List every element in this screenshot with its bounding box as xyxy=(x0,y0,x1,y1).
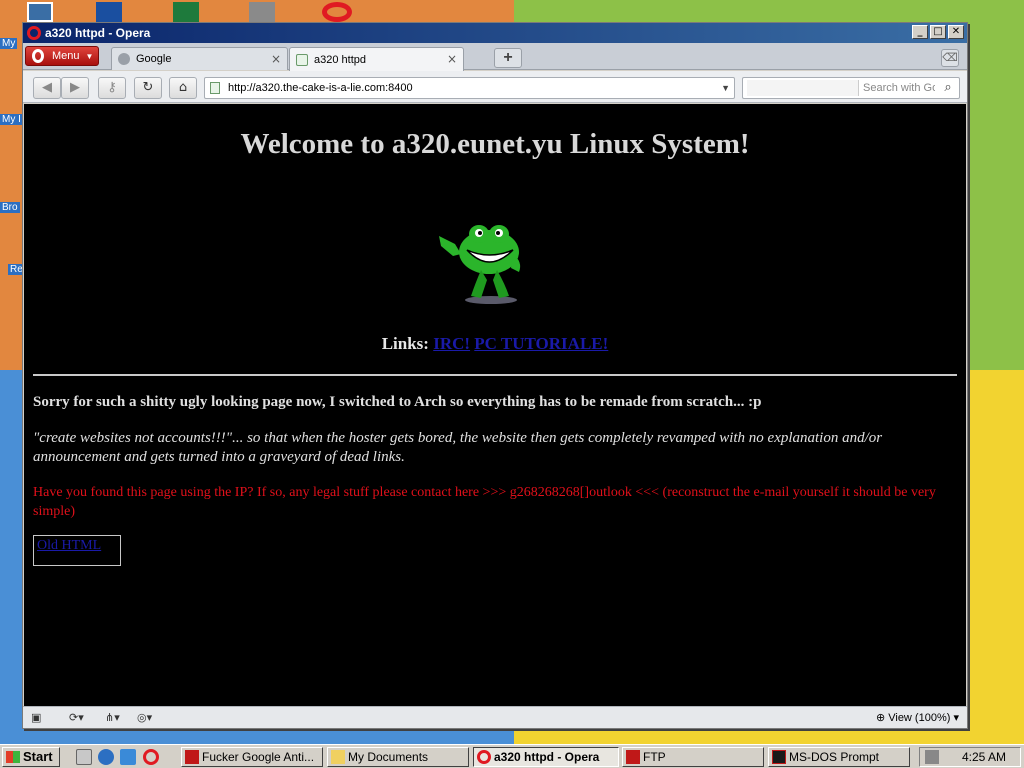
zoom-label: View (100%) xyxy=(888,712,951,724)
task-label: FTP xyxy=(643,750,666,764)
window-title: a320 httpd - Opera xyxy=(45,26,151,40)
computer-icon[interactable] xyxy=(27,2,53,22)
close-button[interactable]: ✕ xyxy=(948,25,964,39)
tab-label: Google xyxy=(136,53,172,65)
outlook-express-icon[interactable] xyxy=(120,749,136,765)
taskbar: Start Fucker Google Anti... My Documents… xyxy=(0,744,1024,768)
opera-icon[interactable] xyxy=(143,749,159,765)
task-fucker-google[interactable]: Fucker Google Anti... xyxy=(181,747,323,767)
opera-icon[interactable] xyxy=(322,2,352,22)
url-text: http://a320.the-cake-is-a-lie.com:8400 xyxy=(228,82,413,94)
show-desktop-icon[interactable] xyxy=(76,749,92,765)
task-label: a320 httpd - Opera xyxy=(494,750,600,764)
links-row: Links: IRC! PC TUTORIALE! xyxy=(24,334,966,354)
share-icon[interactable]: ⋔▾ xyxy=(105,710,120,726)
task-my-documents[interactable]: My Documents xyxy=(327,747,469,767)
app-icon xyxy=(185,750,199,764)
quote-paragraph: "create websites not accounts!!!"... so … xyxy=(33,430,883,465)
tab-a320-httpd[interactable]: a320 httpd × xyxy=(289,47,464,71)
task-label: My Documents xyxy=(348,750,429,764)
trash-icon[interactable]: ⌫ xyxy=(941,49,959,67)
search-input[interactable]: Search with Go ⌕ xyxy=(742,77,960,99)
desktop-label-bro[interactable]: Bro xyxy=(0,202,20,213)
link-irc[interactable]: IRC! xyxy=(433,334,470,353)
address-bar: ◀ ▶ ⚷ ↻ ⌂ http://a320.the-cake-is-a-lie.… xyxy=(23,71,967,103)
clock[interactable]: 4:25 AM xyxy=(962,748,1006,766)
search-engine-selector[interactable] xyxy=(747,80,859,96)
chevron-down-icon: ▾ xyxy=(953,712,959,724)
ftp-icon xyxy=(626,750,640,764)
search-icon[interactable]: ⌕ xyxy=(939,79,957,97)
home-button[interactable]: ⌂ xyxy=(169,77,197,99)
network-icon[interactable] xyxy=(925,750,939,764)
key-icon[interactable]: ⚷ xyxy=(98,77,126,99)
desktop-label-my[interactable]: My xyxy=(0,38,18,49)
opera-window: a320 httpd - Opera _ □ ✕ Menu ▼ Google ×… xyxy=(22,22,968,729)
zoom-icon: ⊕ xyxy=(875,712,886,724)
chevron-down-icon: ▼ xyxy=(85,51,94,61)
close-icon[interactable]: × xyxy=(447,52,457,66)
globe-icon xyxy=(118,53,130,65)
zoom-control[interactable]: ⊕ View (100%) ▾ xyxy=(876,710,959,726)
tab-strip: Menu ▼ Google × a320 httpd × + ⌫ xyxy=(23,43,967,71)
search-placeholder: Search with Go xyxy=(863,82,935,94)
desktop-label-my-i[interactable]: My I xyxy=(0,114,23,125)
task-ftp[interactable]: FTP xyxy=(622,747,764,767)
clock-icon[interactable] xyxy=(249,2,275,22)
task-label: Fucker Google Anti... xyxy=(202,750,315,764)
page-icon xyxy=(210,82,220,94)
folder-icon xyxy=(331,750,345,764)
opera-icon xyxy=(27,26,41,40)
start-label: Start xyxy=(23,749,53,764)
outlook-icon[interactable] xyxy=(96,2,122,22)
close-icon[interactable]: × xyxy=(271,52,281,66)
status-bar: ▣ ⟳▾ ⋔▾ ◎▾ ⊕ View (100%) ▾ xyxy=(23,706,967,728)
tab-google[interactable]: Google × xyxy=(111,47,288,70)
window-controls: _ □ ✕ xyxy=(912,25,964,39)
windows-logo-icon xyxy=(6,751,20,763)
opera-icon xyxy=(32,49,44,63)
task-opera[interactable]: a320 httpd - Opera xyxy=(473,747,619,767)
panel-toggle-icon[interactable]: ▣ xyxy=(31,710,41,726)
url-input[interactable]: http://a320.the-cake-is-a-lie.com:8400 ▼ xyxy=(204,77,735,99)
tab-label: a320 httpd xyxy=(314,53,366,66)
notice-paragraph: Sorry for such a shitty ugly looking pag… xyxy=(33,394,762,410)
page-icon xyxy=(296,53,308,66)
titlebar[interactable]: a320 httpd - Opera _ □ ✕ xyxy=(23,23,967,43)
sync-icon[interactable]: ⟳▾ xyxy=(69,710,84,726)
menu-label: Menu xyxy=(52,50,80,62)
new-tab-button[interactable]: + xyxy=(494,48,522,68)
minimize-button[interactable]: _ xyxy=(912,25,928,39)
forward-button[interactable]: ▶ xyxy=(61,77,89,99)
old-html-link[interactable]: Old HTML xyxy=(33,535,121,566)
task-ms-dos[interactable]: MS-DOS Prompt xyxy=(768,747,910,767)
excel-icon[interactable] xyxy=(173,2,199,22)
horizontal-rule xyxy=(33,374,957,376)
start-button[interactable]: Start xyxy=(2,747,60,767)
system-tray: 4:25 AM xyxy=(919,747,1021,767)
frog-mascot-image xyxy=(439,225,521,304)
chevron-down-icon[interactable]: ▼ xyxy=(721,78,730,98)
task-label: MS-DOS Prompt xyxy=(789,750,880,764)
opera-menu-button[interactable]: Menu ▼ xyxy=(25,46,99,66)
page-title: Welcome to a320.eunet.yu Linux System! xyxy=(240,128,750,160)
reload-button[interactable]: ↻ xyxy=(134,77,162,99)
internet-explorer-icon[interactable] xyxy=(98,749,114,765)
contact-paragraph: Have you found this page using the IP? I… xyxy=(33,485,936,519)
opera-icon xyxy=(477,750,491,764)
turbo-icon[interactable]: ◎▾ xyxy=(137,710,152,726)
page-content: Welcome to a320.eunet.yu Linux System! L… xyxy=(24,104,966,706)
link-pc-tutoriale[interactable]: PC TUTORIALE! xyxy=(474,334,608,353)
links-label: Links: xyxy=(381,334,429,353)
maximize-button[interactable]: □ xyxy=(930,25,946,39)
back-button[interactable]: ◀ xyxy=(33,77,61,99)
ms-dos-icon xyxy=(772,750,786,764)
